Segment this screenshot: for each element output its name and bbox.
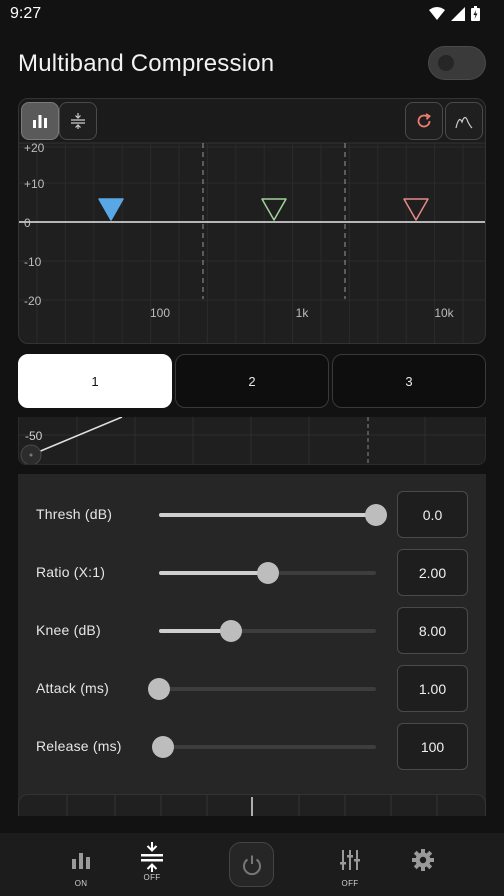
threshold-value-field[interactable]: 0.0	[397, 491, 468, 538]
param-name: Thresh (dB)	[36, 506, 113, 522]
refresh-icon	[417, 113, 431, 128]
slider-thumb[interactable]	[256, 562, 279, 584]
release-value-field[interactable]: 100	[397, 723, 468, 770]
ratio-value-field[interactable]: 2.00	[397, 549, 468, 596]
band-marker-3	[403, 198, 429, 221]
parameters-panel: Thresh (dB) 0.0 Ratio (X:1) 2.00 Knee (d…	[18, 474, 486, 814]
threshold-slider[interactable]	[159, 504, 387, 526]
y-tick-label: -20	[24, 294, 42, 308]
band-tabs: 1 2 3	[18, 354, 486, 408]
y-tick-label: 0	[24, 216, 31, 230]
meter-canvas	[66, 795, 438, 816]
knee-value-field[interactable]: 8.00	[397, 607, 468, 654]
battery-icon	[471, 6, 480, 21]
attack-value-field[interactable]: 1.00	[397, 665, 468, 712]
slider-thumb[interactable]	[148, 678, 170, 700]
bars-view-button[interactable]	[21, 102, 59, 140]
nav-equalizer[interactable]: ON	[51, 833, 111, 896]
x-tick-label: 10k	[434, 306, 454, 320]
transfer-canvas	[19, 417, 485, 464]
ratio-slider[interactable]	[159, 562, 376, 584]
x-tick-label: 1k	[296, 306, 310, 320]
status-icons	[429, 6, 480, 21]
y-tick-label: -10	[24, 255, 42, 269]
attack-slider[interactable]	[148, 678, 376, 700]
compress-view-button[interactable]	[59, 102, 97, 140]
sliders-icon	[340, 850, 360, 870]
tab-band-2[interactable]: 2	[175, 354, 329, 408]
transfer-label: -50	[25, 429, 43, 443]
y-tick-label: +20	[24, 141, 45, 155]
nav-compression[interactable]: OFF	[122, 833, 182, 896]
param-name: Release (ms)	[36, 738, 122, 754]
reset-button[interactable]	[405, 102, 443, 140]
nav-caption: OFF	[143, 873, 161, 882]
param-row-ratio: Ratio (X:1) 2.00	[18, 549, 486, 597]
status-time: 9:27	[10, 5, 42, 22]
bottom-nav: ON OFF OFF	[0, 833, 504, 896]
signal-icon	[451, 6, 465, 21]
tab-band-1[interactable]: 1	[18, 354, 172, 408]
param-row-release: Release (ms) 100	[18, 723, 486, 771]
curve-button[interactable]	[445, 102, 483, 140]
band-marker-2	[261, 198, 287, 221]
status-bar: 9:27	[0, 0, 504, 28]
x-tick-label: 100	[150, 306, 170, 320]
slider-thumb[interactable]	[219, 620, 242, 642]
param-name: Attack (ms)	[36, 680, 109, 696]
transfer-graph: -50	[18, 417, 486, 465]
y-tick-label: +10	[24, 177, 45, 191]
param-row-knee: Knee (dB) 8.00	[18, 607, 486, 655]
bars-icon	[72, 853, 90, 869]
page-title: Multiband Compression	[18, 50, 275, 77]
tab-band-3[interactable]: 3	[332, 354, 486, 408]
compress-icon	[71, 113, 85, 129]
param-name: Ratio (X:1)	[36, 564, 106, 580]
release-slider[interactable]	[152, 736, 376, 758]
curve-icon	[455, 116, 473, 129]
frequency-graph[interactable]: +20 +10 0 -10 -20 100 1k 10k	[18, 98, 486, 344]
power-button[interactable]	[229, 842, 274, 887]
nav-settings[interactable]	[393, 833, 453, 896]
bars-icon	[33, 115, 47, 128]
param-name: Knee (dB)	[36, 622, 101, 638]
param-row-threshold: Thresh (dB) 0.0	[18, 491, 486, 539]
wifi-icon	[429, 6, 445, 20]
nav-caption: ON	[74, 879, 88, 888]
power-icon	[242, 855, 261, 875]
gear-icon	[412, 849, 434, 871]
slider-thumb[interactable]	[152, 736, 175, 758]
band-marker-1	[98, 198, 124, 221]
param-row-attack: Attack (ms) 1.00	[18, 665, 486, 713]
meter-strip	[18, 794, 486, 816]
compress-icon	[141, 842, 163, 872]
compression-toggle[interactable]	[428, 46, 486, 80]
slider-thumb[interactable]	[365, 504, 387, 526]
nav-sliders[interactable]: OFF	[320, 833, 380, 896]
nav-caption: OFF	[341, 879, 359, 888]
toggle-knob	[438, 55, 454, 71]
knee-slider[interactable]	[159, 620, 376, 642]
